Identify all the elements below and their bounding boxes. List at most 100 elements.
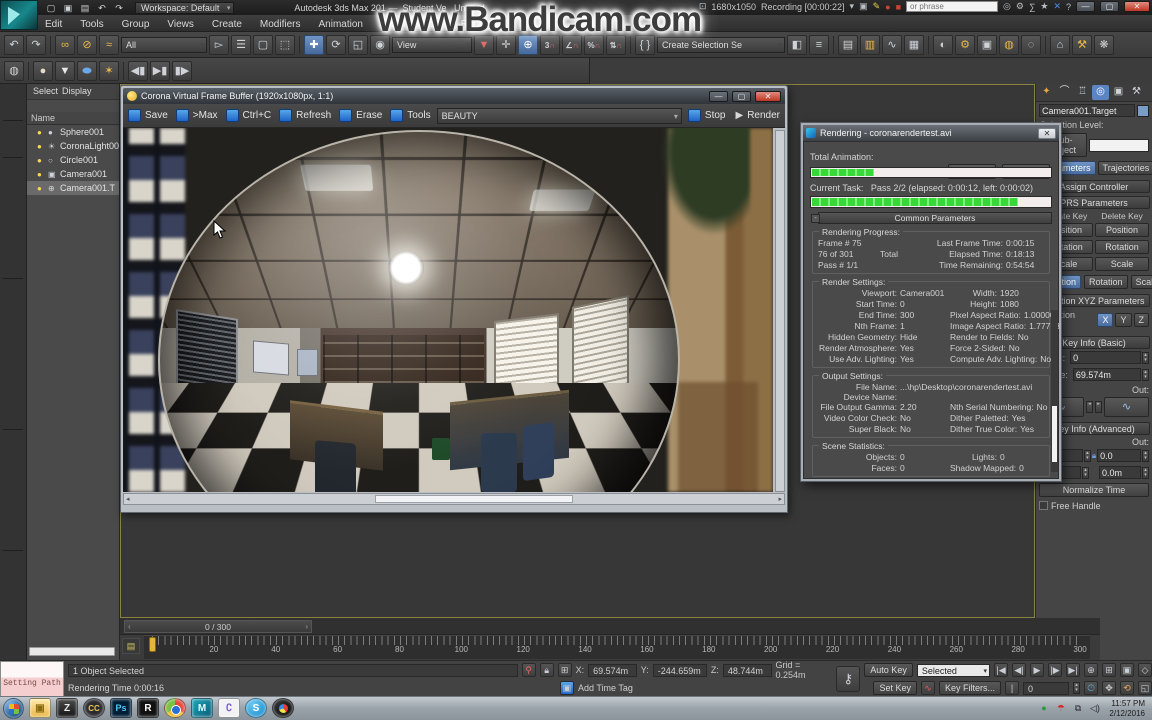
scene-item-coronalight00[interactable]: ●☀CoronaLight00 <box>27 139 119 153</box>
3dsmax-logo[interactable] <box>0 0 38 30</box>
tray-display-icon[interactable]: ⧉ <box>1071 702 1084 715</box>
render-setup-icon[interactable]: ⚙ <box>955 35 975 55</box>
vfb-ctrl-c-button[interactable]: Ctrl+C <box>226 109 272 122</box>
minimize-button[interactable]: — <box>1076 1 1095 12</box>
x-coordinate-field[interactable]: 69.574m <box>588 664 637 677</box>
scene-item-camera001-t[interactable]: ●⊕Camera001.T <box>27 181 119 195</box>
delete-key-rotation[interactable]: Rotation <box>1095 240 1149 254</box>
bind-spacewarp-icon[interactable]: ≈ <box>99 35 119 55</box>
visibility-bulb-icon[interactable]: ● <box>37 170 46 179</box>
avira-antivirus-icon[interactable]: ☂ <box>1054 702 1067 715</box>
coordinate-display-icon[interactable]: ⊞ <box>558 663 572 677</box>
new-file-icon[interactable]: ▢ <box>44 2 58 14</box>
rectangular-region-icon[interactable]: ▢ <box>253 35 273 55</box>
track-bar-ruler[interactable]: 0204060801001201401601802002202402602803… <box>144 635 1090 659</box>
selection-lock-icon[interactable]: 🔒︎ <box>540 663 554 677</box>
z-coordinate-field[interactable]: 48.744m <box>723 664 772 677</box>
vfb-maximize-button[interactable]: ▢ <box>732 91 751 102</box>
value-field[interactable]: 69.574m <box>1073 368 1141 381</box>
adv-out-field-1[interactable]: 0.0 <box>1097 449 1141 462</box>
menu-item-modifiers[interactable]: Modifiers <box>251 17 310 32</box>
menu-item-tools[interactable]: Tools <box>71 17 112 32</box>
vfb-vertical-scrollbar[interactable] <box>775 130 785 492</box>
prs-select-scale[interactable]: Scale <box>1131 275 1152 289</box>
add-time-tag-label[interactable]: Add Time Tag <box>578 683 633 693</box>
menu-item-group[interactable]: Group <box>113 17 159 32</box>
vfb-erase-button[interactable]: Erase <box>339 109 382 122</box>
menu-item-views[interactable]: Views <box>158 17 203 32</box>
close-button[interactable]: ✕ <box>1124 1 1150 12</box>
go-to-start-icon[interactable]: |◀ <box>994 663 1008 677</box>
vfb-max-button[interactable]: >Max <box>176 109 218 122</box>
magic-wand-icon[interactable]: ✶ <box>99 61 119 81</box>
sub-object-dropdown[interactable] <box>1089 139 1149 152</box>
zoom-extents-icon[interactable]: ▣ <box>1120 663 1134 677</box>
key-mode-toggle-icon[interactable]: |◀▶| <box>1005 681 1019 695</box>
explorer-hscrollbar[interactable] <box>29 647 115 656</box>
key-filters-button[interactable]: Key Filters... <box>939 681 1001 695</box>
stop-dot-icon[interactable]: ■ <box>896 2 901 12</box>
trajectories-button[interactable]: Trajectories <box>1098 161 1152 175</box>
layer-manager-icon[interactable]: ▤ <box>838 35 858 55</box>
next-frame-arrow[interactable]: › <box>305 621 308 633</box>
out-tangent-button[interactable]: ∿ <box>1104 397 1149 417</box>
zoom-all-icon[interactable]: ⊞ <box>1102 663 1116 677</box>
state-set-prev-icon[interactable]: ◀▮ <box>128 61 148 81</box>
taskbar-photoshop-icon[interactable]: Ps <box>110 698 132 718</box>
adv-in-spin-1[interactable]: ▴▾ <box>1084 450 1091 462</box>
taskbar-chrome-icon[interactable] <box>164 698 186 718</box>
name-column-header[interactable]: Name <box>27 112 119 125</box>
align-icon[interactable]: ≡ <box>809 35 829 55</box>
taskbar-keyshot-icon[interactable]: CC <box>83 698 105 718</box>
time-configuration-icon[interactable]: 🕒︎ <box>1084 681 1098 695</box>
undo-arrow-icon[interactable]: ↶ <box>4 35 24 55</box>
chevron-down-icon[interactable]: ▾ <box>850 1 855 12</box>
vfb-minimize-button[interactable]: — <box>709 91 728 102</box>
free-handle-checkbox[interactable]: Free Handle <box>1039 501 1101 511</box>
ribbon-toggle-icon[interactable]: ▥ <box>860 35 880 55</box>
current-frame-field[interactable]: 0 <box>1023 682 1069 695</box>
display-tab-icon[interactable]: ▣ <box>1110 85 1127 100</box>
tray-speaker-icon[interactable]: ◁) <box>1088 702 1101 715</box>
visibility-bulb-icon[interactable]: ● <box>37 156 46 165</box>
prs-select-rotation[interactable]: Rotation <box>1084 275 1128 289</box>
system-clock[interactable]: 11:57 PM2/12/2016 <box>1105 699 1149 719</box>
hierarchy-tab-icon[interactable]: ♖ <box>1074 85 1091 100</box>
dialog-scrollbar[interactable] <box>1051 310 1058 472</box>
out-tangent-arrow[interactable]: ▸ <box>1095 401 1102 413</box>
redo-arrow-icon[interactable]: ↷ <box>26 35 46 55</box>
record-dot-icon[interactable]: ● <box>885 2 890 12</box>
taskbar-bittorrent-icon[interactable]: ∁ <box>218 698 240 718</box>
vfb-channel-dropdown[interactable]: BEAUTY <box>437 108 682 124</box>
explorer-menu-select[interactable]: Select <box>33 86 58 97</box>
y-coordinate-field[interactable]: -244.659m <box>653 664 707 677</box>
vfb-horizontal-scrollbar[interactable]: ◂▸ <box>123 493 785 505</box>
field-of-view-icon[interactable]: ◇ <box>1138 663 1152 677</box>
redo-icon[interactable]: ↷ <box>112 2 126 14</box>
civil-view-icon[interactable]: ⚒ <box>1072 35 1092 55</box>
adv-out-field-2[interactable]: 0.0m <box>1099 466 1141 479</box>
vfb-render-button[interactable]: ▶Render <box>735 109 780 122</box>
schematic-view-icon[interactable]: ▦ <box>904 35 924 55</box>
sphere-material-icon[interactable]: ● <box>33 61 53 81</box>
exchange-icon[interactable]: ✕ <box>1053 1 1061 12</box>
explorer-menu-display[interactable]: Display <box>62 86 92 97</box>
modify-tab-icon[interactable]: ⌒ <box>1056 85 1073 100</box>
menu-item-create[interactable]: Create <box>203 17 251 32</box>
select-link-icon[interactable]: ∞ <box>55 35 75 55</box>
rendering-dialog-close-button[interactable]: ✕ <box>1038 128 1056 139</box>
state-set-next-icon[interactable]: ▮▶ <box>172 61 192 81</box>
time-slider[interactable]: ‹ 0 / 300 › <box>124 620 312 633</box>
play-animation-icon[interactable]: ▶ <box>1030 663 1044 677</box>
utilities-tab-icon[interactable]: ⚒ <box>1128 85 1145 100</box>
mirror-icon[interactable]: ◧ <box>787 35 807 55</box>
taskbar-skype-icon[interactable]: S <box>245 698 267 718</box>
material-editor-icon[interactable]: ◐ <box>933 35 953 55</box>
object-color-swatch[interactable] <box>1137 105 1149 117</box>
menu-item-animation[interactable]: Animation <box>309 17 371 32</box>
normalize-time-button[interactable]: Normalize Time <box>1039 483 1149 497</box>
vfb-title-bar[interactable]: Corona Virtual Frame Buffer (1920x1080px… <box>123 88 785 104</box>
motion-tab-icon[interactable]: ◎ <box>1092 85 1109 100</box>
axis-z[interactable]: Z <box>1134 313 1150 327</box>
visibility-bulb-icon[interactable]: ● <box>37 142 46 151</box>
